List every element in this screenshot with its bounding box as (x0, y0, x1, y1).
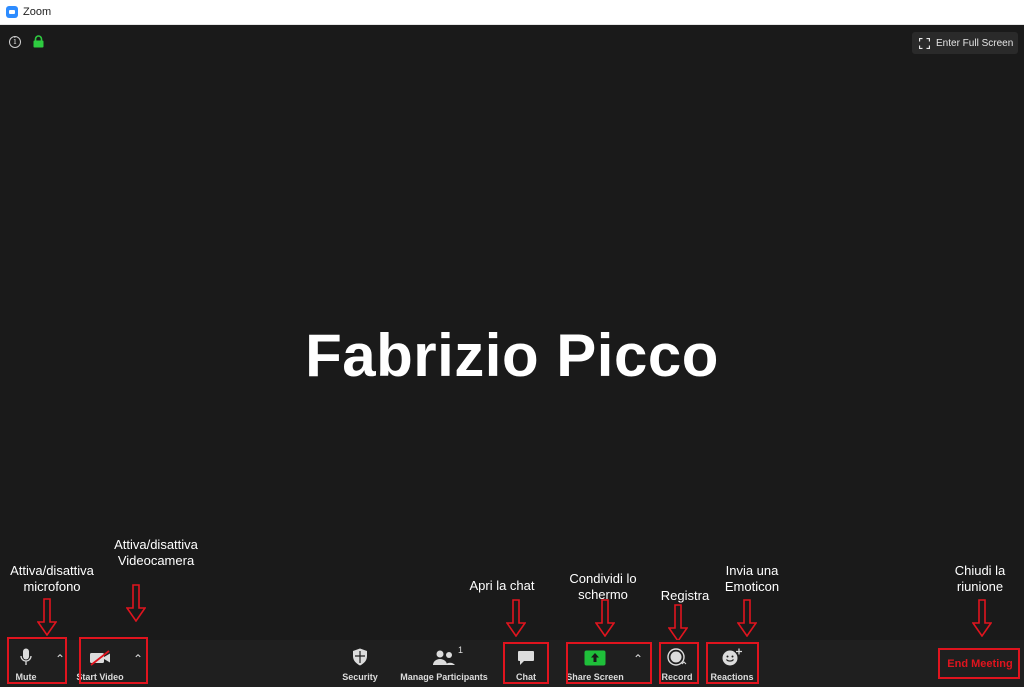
annotation-video-line2: Videocamera (117, 553, 195, 568)
fullscreen-icon (919, 37, 930, 49)
participants-count: 1 (458, 645, 464, 655)
arrow-down-icon (668, 604, 688, 642)
zoom-logo-icon (6, 6, 18, 18)
lock-icon[interactable] (33, 35, 44, 48)
manage-participants-label: Manage Participants (400, 672, 488, 682)
arrow-down-icon (972, 599, 992, 637)
highlight-box-share (566, 642, 652, 684)
annotation-end: Chiudi la riunione (940, 563, 1020, 595)
highlight-box-chat (503, 642, 549, 684)
annotation-reactions: Invia una Emoticon (712, 563, 792, 595)
arrow-down-icon (37, 598, 57, 636)
annotation-video-line1: Attiva/disattiva (114, 537, 198, 552)
arrow-down-icon (126, 584, 146, 622)
participant-name: Fabrizio Picco (305, 322, 719, 389)
highlight-box-end-meeting (938, 648, 1020, 679)
annotation-reactions-line2: Emoticon (724, 579, 780, 594)
shield-icon (353, 648, 367, 666)
annotation-end-line2: riunione (956, 579, 1004, 594)
annotation-record-line1: Registra (660, 588, 710, 603)
annotation-record: Registra (650, 588, 720, 604)
info-icon[interactable]: i (9, 36, 21, 48)
annotation-chat-line1: Apri la chat (469, 578, 535, 593)
arrow-down-icon (737, 599, 757, 637)
security-button[interactable]: Security (338, 640, 382, 687)
security-label: Security (342, 672, 378, 682)
annotation-reactions-line1: Invia una (725, 563, 779, 578)
enter-full-screen-button[interactable]: Enter Full Screen (912, 32, 1018, 54)
annotation-mic-line2: microfono (23, 579, 81, 594)
title-bar: Zoom (0, 0, 1024, 25)
annotation-end-line1: Chiudi la (954, 563, 1006, 578)
meeting-stage: i Enter Full Screen Fabrizio Picco Attiv… (0, 25, 1024, 642)
participants-icon (433, 650, 455, 665)
annotation-video: Attiva/disattiva Videocamera (106, 537, 206, 569)
annotation-chat: Apri la chat (462, 578, 542, 594)
full-screen-label: Enter Full Screen (936, 37, 1014, 49)
annotation-mic: Attiva/disattiva microfono (2, 563, 102, 595)
highlight-box-mute (7, 637, 67, 684)
meeting-toolbar: Mute ⌃ Start Video ⌃ Security Manage Par… (0, 637, 1024, 687)
manage-participants-button[interactable]: Manage Participants (394, 640, 494, 687)
arrow-down-icon (595, 599, 615, 637)
window-title: Zoom (23, 6, 52, 18)
annotation-share-line1: Condividi lo (569, 571, 637, 586)
annotation-mic-line1: Attiva/disattiva (10, 563, 94, 578)
highlight-box-record (659, 642, 699, 684)
highlight-box-video (79, 637, 148, 684)
highlight-box-reactions (706, 642, 759, 684)
arrow-down-icon (506, 599, 526, 637)
